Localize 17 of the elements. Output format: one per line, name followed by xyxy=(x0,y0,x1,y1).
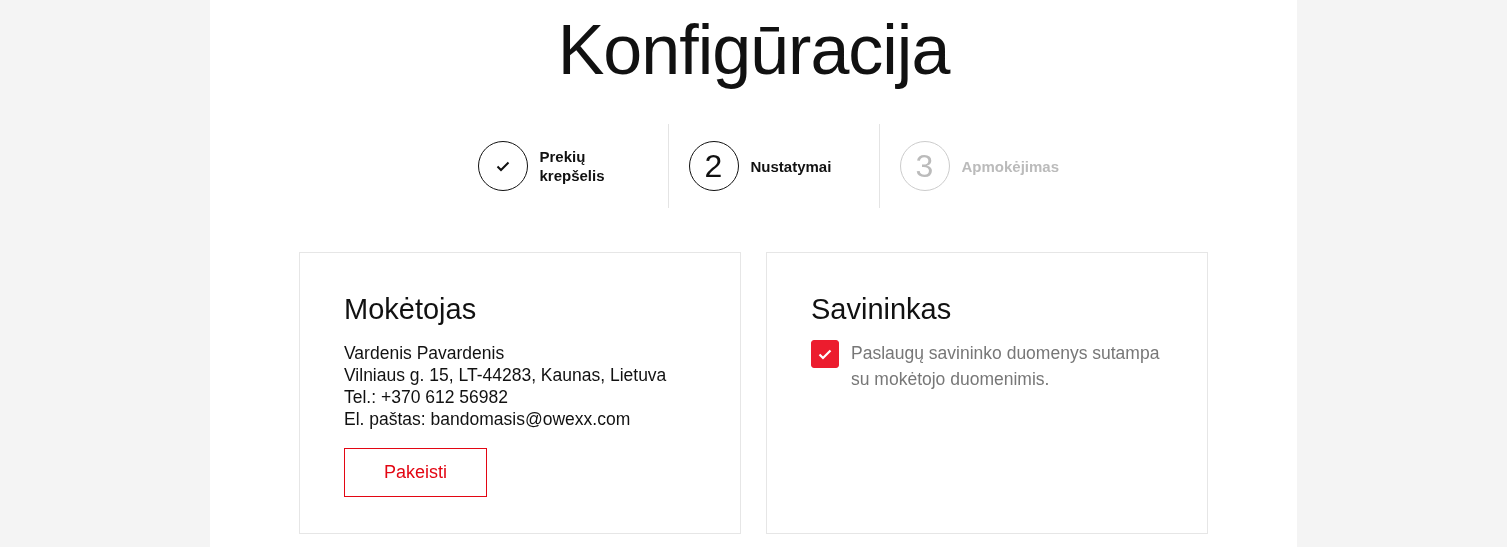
card-heading: Savininkas xyxy=(811,293,953,326)
checkbox-label: Paslaugų savininko duomenys sutampa su mokėtojo duomenimis. xyxy=(851,342,1161,391)
step-number: 3 xyxy=(915,147,934,185)
check-icon xyxy=(495,160,510,172)
change-button[interactable]: Pakeisti xyxy=(344,448,487,497)
payer-detail: El. paštas: bandomasis@owexx.com xyxy=(344,408,632,430)
step-label: Prekių krepšelis xyxy=(539,147,606,185)
check-icon xyxy=(818,348,832,360)
card-heading: Mokėtojas xyxy=(344,293,478,326)
page-title: Konfigūracija xyxy=(557,10,950,91)
step-label: Nustatymai xyxy=(750,156,833,176)
checkbox[interactable] xyxy=(811,340,839,368)
payer-detail: Vardenis Pavardenis xyxy=(344,342,506,364)
payer-detail: Vilniaus g. 15, LT-44283, Kaunas, Lietuva xyxy=(344,364,668,386)
step-number: 2 xyxy=(704,147,723,185)
step-label: Apmokėjimas xyxy=(961,156,1061,176)
payer-detail: Tel.: +370 612 56982 xyxy=(344,386,509,408)
